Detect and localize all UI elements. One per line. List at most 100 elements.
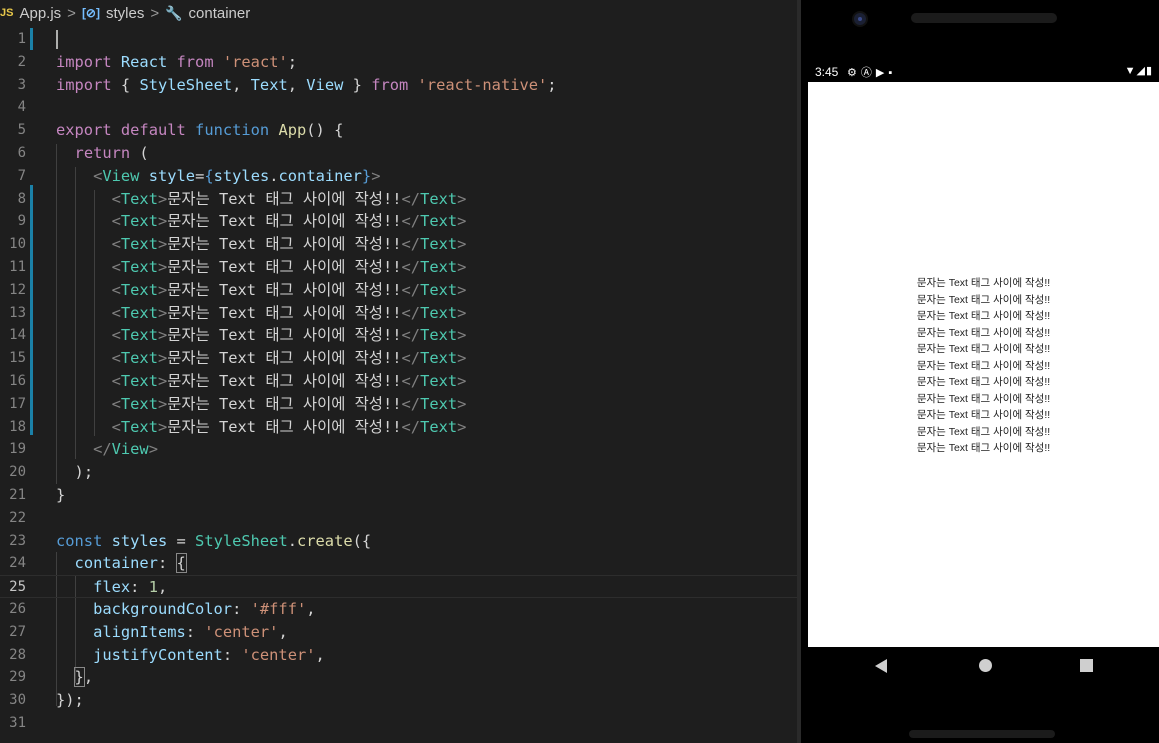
code-line[interactable]: 8 <Text>문자는 Text 태그 사이에 작성!!</Text> bbox=[0, 188, 797, 211]
line-number: 8 bbox=[17, 190, 26, 207]
code-text[interactable]: }, bbox=[56, 666, 93, 689]
line-number: 21 bbox=[9, 487, 26, 503]
code-token: export bbox=[56, 121, 112, 140]
back-icon[interactable] bbox=[875, 659, 887, 673]
code-line[interactable]: 26 backgroundColor: '#fff', bbox=[0, 598, 797, 621]
code-text[interactable]: <Text>문자는 Text 태그 사이에 작성!!</Text> bbox=[56, 324, 467, 347]
breadcrumb-file[interactable]: App.js bbox=[19, 5, 61, 22]
code-line[interactable]: 16 <Text>문자는 Text 태그 사이에 작성!!</Text> bbox=[0, 370, 797, 393]
code-token: </ bbox=[401, 303, 421, 322]
code-text[interactable]: <Text>문자는 Text 태그 사이에 작성!!</Text> bbox=[56, 393, 467, 416]
code-text[interactable]: alignItems: 'center', bbox=[56, 621, 288, 644]
code-line[interactable]: 11 <Text>문자는 Text 태그 사이에 작성!!</Text> bbox=[0, 256, 797, 279]
code-token: </ bbox=[401, 372, 421, 390]
code-line[interactable]: 4 bbox=[0, 96, 797, 119]
code-token: < bbox=[111, 349, 121, 368]
line-number: 14 bbox=[9, 327, 26, 344]
code-token: : bbox=[222, 645, 242, 664]
code-token: Text bbox=[120, 417, 158, 436]
code-token: flex bbox=[93, 578, 131, 597]
code-text[interactable]: <Text>문자는 Text 태그 사이에 작성!!</Text> bbox=[56, 279, 467, 302]
recents-icon[interactable] bbox=[1080, 659, 1093, 672]
code-line[interactable]: 27 alignItems: 'center', bbox=[0, 621, 797, 644]
code-line[interactable]: 5 export default function App() { bbox=[0, 119, 797, 142]
code-line[interactable]: 17 <Text>문자는 Text 태그 사이에 작성!!</Text> bbox=[0, 393, 797, 416]
rendered-text: 문자는 Text 태그 사이에 작성!! bbox=[916, 425, 1051, 438]
code-line[interactable]: 29 }, bbox=[0, 666, 797, 689]
code-line[interactable]: 10 <Text>문자는 Text 태그 사이에 작성!!</Text> bbox=[0, 233, 797, 256]
code-text[interactable]: <Text>문자는 Text 태그 사이에 작성!!</Text> bbox=[56, 370, 467, 393]
code-text[interactable]: return ( bbox=[56, 142, 149, 165]
code-token: </ bbox=[401, 417, 421, 436]
breadcrumb-member[interactable]: container bbox=[189, 5, 251, 22]
code-line[interactable]: 18 <Text>문자는 Text 태그 사이에 작성!!</Text> bbox=[0, 416, 797, 439]
code-line[interactable]: 30}); bbox=[0, 689, 797, 712]
code-line[interactable]: 7 <View style={styles.container}> bbox=[0, 165, 797, 188]
code-text[interactable]: export default function App() { bbox=[56, 119, 343, 142]
code-line[interactable]: 31 bbox=[0, 712, 797, 735]
code-token: 1 bbox=[148, 578, 158, 597]
code-line[interactable]: 1 bbox=[0, 28, 797, 51]
code-line[interactable]: 20 ); bbox=[0, 461, 797, 484]
code-token: Text bbox=[120, 258, 158, 276]
breadcrumb-symbol[interactable]: styles bbox=[106, 5, 144, 22]
code-line[interactable]: 9 <Text>문자는 Text 태그 사이에 작성!!</Text> bbox=[0, 210, 797, 233]
code-token: 'react-native' bbox=[417, 75, 548, 94]
javascript-file-icon: JS bbox=[0, 7, 14, 19]
line-number: 29 bbox=[9, 669, 26, 686]
android-emulator[interactable]: 3:45 ⚙Ⓐ▶▪ ▼◢▮ 문자는 Text 태그 사이에 작성!! 문자는 Te… bbox=[801, 0, 1159, 743]
code-token: ; bbox=[287, 52, 298, 71]
code-line[interactable]: 15 <Text>문자는 Text 태그 사이에 작성!!</Text> bbox=[0, 347, 797, 370]
code-text[interactable]: <View style={styles.container}> bbox=[56, 165, 380, 188]
code-text[interactable]: justifyContent: 'center', bbox=[56, 644, 325, 667]
code-token: : bbox=[232, 600, 251, 618]
home-icon[interactable] bbox=[979, 659, 992, 672]
code-token: ( bbox=[130, 144, 149, 162]
code-token: 문자는 Text 태그 사이에 작성!! bbox=[167, 258, 402, 276]
code-text[interactable]: <Text>문자는 Text 태그 사이에 작성!!</Text> bbox=[56, 256, 467, 279]
code-token: , bbox=[278, 622, 288, 641]
code-text[interactable]: backgroundColor: '#fff', bbox=[56, 598, 315, 621]
code-token: 'center' bbox=[204, 622, 279, 641]
code-editor[interactable]: JS App.js > [⊘] styles > 🔧 container 12i… bbox=[0, 0, 797, 743]
code-text[interactable]: <Text>문자는 Text 태그 사이에 작성!!</Text> bbox=[56, 233, 467, 256]
code-token: Text bbox=[120, 280, 158, 299]
code-text[interactable]: <Text>문자는 Text 태그 사이에 작성!!</Text> bbox=[56, 416, 467, 439]
code-token: 문자는 Text 태그 사이에 작성!! bbox=[167, 212, 402, 231]
code-line[interactable]: 13 <Text>문자는 Text 태그 사이에 작성!!</Text> bbox=[0, 302, 797, 325]
code-line[interactable]: 25 flex: 1, bbox=[0, 575, 797, 599]
code-text[interactable]: flex: 1, bbox=[56, 576, 167, 599]
code-text[interactable]: <Text>문자는 Text 태그 사이에 작성!!</Text> bbox=[56, 210, 467, 233]
code-line[interactable]: 12 <Text>문자는 Text 태그 사이에 작성!!</Text> bbox=[0, 279, 797, 302]
app-screen[interactable]: 문자는 Text 태그 사이에 작성!! 문자는 Text 태그 사이에 작성!!… bbox=[808, 82, 1159, 647]
code-text[interactable]: <Text>문자는 Text 태그 사이에 작성!!</Text> bbox=[56, 188, 467, 211]
code-token: > bbox=[157, 326, 168, 345]
code-line[interactable]: 28 justifyContent: 'center', bbox=[0, 644, 797, 667]
code-text[interactable]: <Text>문자는 Text 태그 사이에 작성!!</Text> bbox=[56, 302, 467, 325]
code-text[interactable]: import { StyleSheet, Text, View } from '… bbox=[56, 74, 557, 97]
app-text-container: 문자는 Text 태그 사이에 작성!! 문자는 Text 태그 사이에 작성!!… bbox=[808, 275, 1159, 457]
code-line[interactable]: 14 <Text>문자는 Text 태그 사이에 작성!!</Text> bbox=[0, 324, 797, 347]
code-text[interactable]: container: { bbox=[56, 552, 187, 575]
code-token: 'center' bbox=[241, 645, 316, 664]
code-text[interactable]: </View> bbox=[56, 438, 158, 461]
code-line[interactable]: 19 </View> bbox=[0, 438, 797, 461]
line-number: 5 bbox=[17, 122, 26, 139]
code-line[interactable]: 24 container: { bbox=[0, 552, 797, 575]
code-token: > bbox=[157, 417, 168, 436]
code-line[interactable]: 6 return ( bbox=[0, 142, 797, 165]
code-text[interactable]: import React from 'react'; bbox=[56, 51, 297, 74]
code-text[interactable]: const styles = StyleSheet.create({ bbox=[56, 530, 371, 553]
code-token: create bbox=[297, 531, 353, 550]
code-line[interactable]: 22 bbox=[0, 507, 797, 530]
code-text[interactable]: } bbox=[56, 484, 65, 507]
code-line[interactable]: 3 import { StyleSheet, Text, View } from … bbox=[0, 74, 797, 97]
code-text[interactable]: <Text>문자는 Text 태그 사이에 작성!!</Text> bbox=[56, 347, 467, 370]
code-token: </ bbox=[401, 326, 421, 345]
code-text[interactable]: ); bbox=[56, 461, 94, 484]
code-text[interactable]: }); bbox=[56, 689, 84, 712]
code-line[interactable]: 21} bbox=[0, 484, 797, 507]
code-token: Text bbox=[420, 212, 458, 231]
code-line[interactable]: 23 const styles = StyleSheet.create({ bbox=[0, 530, 797, 553]
code-line[interactable]: 2 import React from 'react'; bbox=[0, 51, 797, 74]
